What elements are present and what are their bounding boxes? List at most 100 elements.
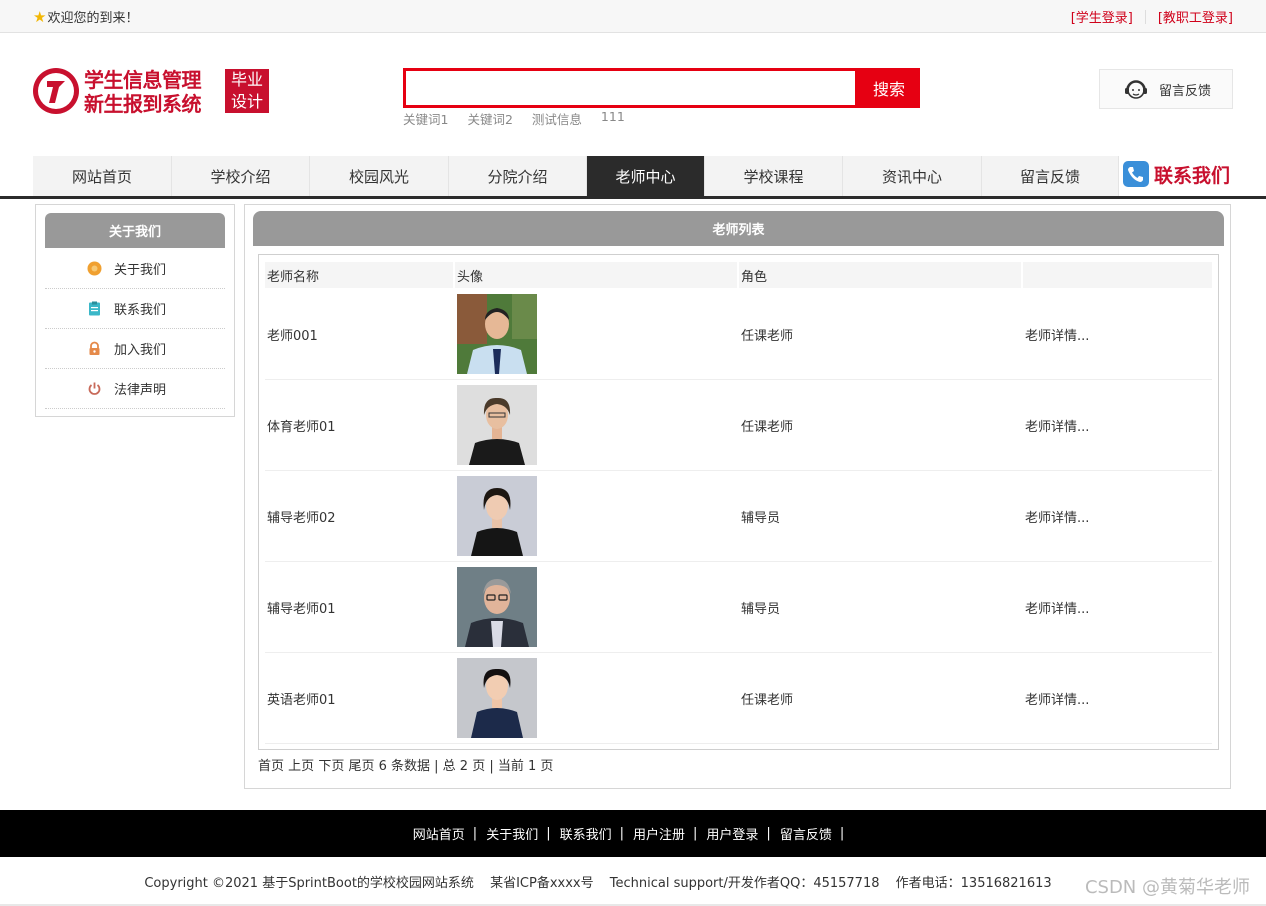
footer-link-register[interactable]: 用户注册 [633, 824, 685, 843]
support-text: Technical support/开发作者QQ：45157718 [609, 876, 880, 891]
copyright: Copyright ©2021 基于SprintBoot的学校校园网站系统 某省… [0, 872, 1266, 891]
teacher-role: 任课老师 [741, 692, 794, 708]
search-button[interactable]: 搜索 [858, 68, 920, 108]
footer-separator: | [472, 826, 478, 841]
footer-separator: | [546, 826, 551, 841]
search-input[interactable] [403, 68, 858, 108]
student-login-link[interactable]: [学生登录] [1071, 7, 1133, 26]
teacher-name: 辅导老师01 [267, 601, 336, 617]
table-row: 老师001 任课老师 老师详情... [265, 289, 1212, 380]
feedback-button[interactable]: 留言反馈 [1099, 69, 1233, 109]
pager-next[interactable]: 下页 [318, 759, 344, 774]
customer-service-icon [1125, 80, 1147, 99]
sidebar-item-contact[interactable]: 联系我们 [45, 289, 225, 329]
main-nav: 网站首页 学校介绍 校园风光 分院介绍 老师中心 学校课程 资讯中心 留言反馈 … [33, 156, 1233, 196]
footer-link-feedback[interactable]: 留言反馈 [780, 824, 832, 843]
logo-text: 学生信息管理 新生报到系统 [84, 68, 202, 116]
pagination: 首页 上页 下页 尾页 6 条数据 | 总 2 页 | 当前 1 页 [258, 755, 553, 774]
teacher-role: 任课老师 [741, 419, 794, 435]
copyright-text: Copyright ©2021 基于SprintBoot的学校校园网站系统 [144, 876, 474, 891]
hot-keywords: 关键词1 关键词2 测试信息 111 [403, 109, 644, 128]
table-row: 辅导老师02 辅导员 老师详情... [265, 471, 1212, 562]
avatar [457, 658, 537, 738]
teacher-role: 任课老师 [741, 328, 794, 344]
avatar [457, 294, 537, 374]
nav-item-home[interactable]: 网站首页 [33, 156, 172, 196]
sidebar-item-about[interactable]: 关于我们 [45, 249, 225, 289]
teacher-name: 英语老师01 [267, 692, 336, 708]
footer-link-login[interactable]: 用户登录 [706, 824, 758, 843]
table-header: 老师名称 头像 角色 [265, 262, 1212, 288]
divider [1144, 9, 1146, 24]
keyword-link[interactable]: 测试信息 [532, 109, 582, 128]
teacher-name: 辅导老师02 [267, 510, 336, 526]
nav-item-teacher-center[interactable]: 老师中心 [587, 156, 705, 196]
teacher-avatar [457, 471, 537, 561]
column-header-avatar: 头像 [455, 262, 737, 288]
welcome-message: ★ 欢迎您的到来！ [33, 7, 138, 26]
site-logo[interactable]: 学生信息管理 新生报到系统 毕业 设计 [33, 68, 269, 116]
logo-emblem-icon [33, 68, 79, 114]
search-bar: 搜索 [403, 68, 920, 108]
contact-us-link[interactable]: 联系我们 [1122, 160, 1230, 188]
nav-item-courses[interactable]: 学校课程 [705, 156, 843, 196]
teacher-detail-link[interactable]: 老师详情... [1025, 289, 1089, 379]
footer-link-about[interactable]: 关于我们 [486, 824, 538, 843]
teacher-role: 辅导员 [741, 510, 781, 526]
sidebar-item-label: 加入我们 [114, 343, 167, 358]
footer-separator: | [619, 826, 624, 841]
column-header-name: 老师名称 [265, 262, 453, 288]
sidebar-item-legal[interactable]: 法律声明 [45, 369, 225, 409]
pager-last[interactable]: 尾页 [348, 759, 374, 774]
keyword-link[interactable]: 关键词1 [403, 109, 448, 128]
column-header-role: 角色 [739, 262, 1021, 288]
phone-text: 作者电话：13516821613 [895, 876, 1052, 891]
icp-text: 某省ICP备xxxx号 [490, 876, 594, 891]
logo-tag-line-1: 毕业 [230, 70, 263, 89]
pager-first[interactable]: 首页 [258, 759, 284, 774]
teacher-detail-link[interactable]: 老师详情... [1025, 562, 1089, 652]
power-icon [88, 382, 101, 395]
avatar [457, 567, 537, 647]
footer-link-home[interactable]: 网站首页 [413, 824, 465, 843]
teacher-avatar [457, 562, 537, 652]
logo-tag-line-2: 设计 [230, 92, 263, 111]
teacher-list-panel: 老师列表 老师名称 头像 角色 老师001 任课老师 老师详情... 体育老师0… [244, 204, 1231, 789]
staff-login-link[interactable]: [教职工登录] [1158, 7, 1233, 26]
sidebar-item-join[interactable]: 加入我们 [45, 329, 225, 369]
teacher-table: 老师名称 头像 角色 老师001 任课老师 老师详情... 体育老师01 任课老… [258, 254, 1219, 750]
nav-item-feedback[interactable]: 留言反馈 [982, 156, 1119, 196]
pager-info: 6 条数据 | 总 2 页 | 当前 1 页 [378, 759, 554, 774]
nav-item-school-intro[interactable]: 学校介绍 [172, 156, 310, 196]
logo-line-1: 学生信息管理 [84, 68, 202, 92]
lock-icon [89, 341, 100, 355]
sidebar-item-label: 联系我们 [114, 303, 167, 318]
teacher-detail-link[interactable]: 老师详情... [1025, 653, 1089, 743]
csdn-watermark: CSDN @黄菊华老师 [1084, 877, 1250, 898]
star-icon: ★ [33, 7, 47, 26]
teacher-detail-link[interactable]: 老师详情... [1025, 380, 1089, 470]
column-header-action [1023, 262, 1212, 288]
teacher-avatar [457, 289, 537, 379]
avatar [457, 476, 537, 556]
circle-icon [87, 261, 102, 276]
logo-line-2: 新生报到系统 [84, 92, 202, 116]
table-row: 体育老师01 任课老师 老师详情... [265, 380, 1212, 471]
keyword-link[interactable]: 关键词2 [467, 109, 512, 128]
footer-link-contact[interactable]: 联系我们 [560, 824, 612, 843]
footer-separator: | [693, 826, 698, 841]
teacher-name: 体育老师01 [267, 419, 336, 435]
keyword-link[interactable]: 111 [601, 109, 625, 128]
table-row: 英语老师01 任课老师 老师详情... [265, 653, 1212, 744]
pager-prev[interactable]: 上页 [288, 759, 314, 774]
nav-item-news[interactable]: 资讯中心 [843, 156, 982, 196]
clipboard-icon [89, 301, 100, 316]
logo-tag: 毕业 设计 [225, 69, 269, 113]
teacher-role: 辅导员 [741, 601, 781, 617]
footer-separator: | [766, 826, 771, 841]
nav-underline [0, 196, 1266, 199]
footer-nav: 网站首页 | 关于我们 | 联系我们 | 用户注册 | 用户登录 | 留言反馈 | [0, 810, 1266, 857]
teacher-detail-link[interactable]: 老师详情... [1025, 471, 1089, 561]
nav-item-campus-scenery[interactable]: 校园风光 [310, 156, 449, 196]
nav-item-college-intro[interactable]: 分院介绍 [449, 156, 587, 196]
